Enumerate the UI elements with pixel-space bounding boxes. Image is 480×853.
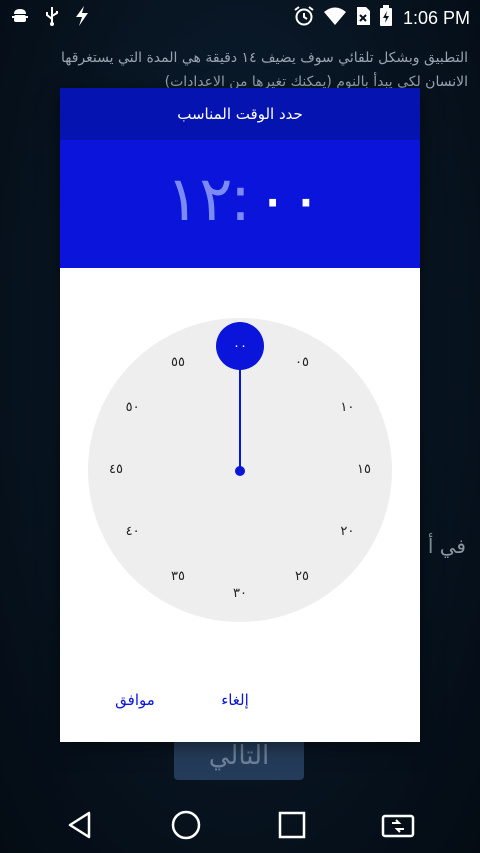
time-separator: : — [230, 162, 251, 235]
recents-icon[interactable] — [272, 807, 312, 843]
time-picker-dialog: حدد الوقت المناسب ١٢ : ٠٠ ٠٠ ٠٥ ١٠ ١٥ ٢٠ ٢٥ ٣… — [60, 88, 420, 742]
clock-number[interactable]: ٤٥ — [101, 460, 131, 480]
background-side-text: في أ — [427, 534, 466, 558]
clock-number[interactable]: ٥٥ — [163, 353, 193, 373]
clock-number[interactable]: ٠٥ — [287, 353, 317, 373]
clock-number[interactable]: ٢٠ — [332, 522, 362, 542]
clock-center-dot — [235, 466, 245, 476]
clock-number[interactable]: ٥٠ — [118, 398, 148, 418]
status-bar: 1:06 PM — [0, 0, 480, 34]
clock-number[interactable]: ٢٥ — [287, 567, 317, 587]
clock-number[interactable]: ٣٥ — [163, 567, 193, 587]
clock-face[interactable]: ٠٠ ٠٥ ١٠ ١٥ ٢٠ ٢٥ ٣٠ ٣٥ ٤٠ ٤٥ ٥٠ ٥٥ — [88, 318, 392, 622]
switch-app-icon[interactable] — [378, 807, 418, 843]
home-icon[interactable] — [166, 807, 206, 843]
clock-number[interactable]: ٣٠ — [225, 584, 255, 604]
time-header: ١٢ : ٠٠ — [60, 140, 420, 268]
cancel-button[interactable]: إلغاء — [190, 680, 280, 720]
background-line-1: التطبيق وبشكل تلقائي سوف يضيف ١٤ دقيقة ه… — [61, 50, 468, 66]
flash-icon — [74, 5, 90, 32]
wifi-icon — [323, 6, 347, 31]
usb-icon — [42, 5, 62, 32]
clock-number[interactable]: ٤٠ — [118, 522, 148, 542]
clock-selector[interactable]: ٠٠ — [216, 322, 264, 370]
clock-number[interactable]: ١٥ — [349, 460, 379, 480]
navigation-bar — [0, 797, 480, 853]
dialog-actions: موافق إلغاء — [60, 680, 420, 720]
background-description: التطبيق وبشكل تلقائي سوف يضيف ١٤ دقيقة ه… — [20, 46, 468, 94]
alarm-icon — [293, 5, 315, 32]
status-time: 1:06 PM — [402, 8, 470, 28]
back-icon[interactable] — [60, 807, 100, 843]
minutes-display[interactable]: ٠٠ — [256, 162, 323, 235]
android-debug-icon — [10, 5, 30, 32]
sim-icon — [355, 6, 371, 31]
dialog-title: حدد الوقت المناسب — [60, 88, 420, 140]
battery-icon — [379, 5, 393, 32]
hours-display[interactable]: ١٢ — [166, 162, 233, 235]
clock-number[interactable]: ١٠ — [332, 398, 362, 418]
ok-button[interactable]: موافق — [94, 680, 176, 720]
selected-minute-label: ٠٠ — [233, 338, 247, 354]
